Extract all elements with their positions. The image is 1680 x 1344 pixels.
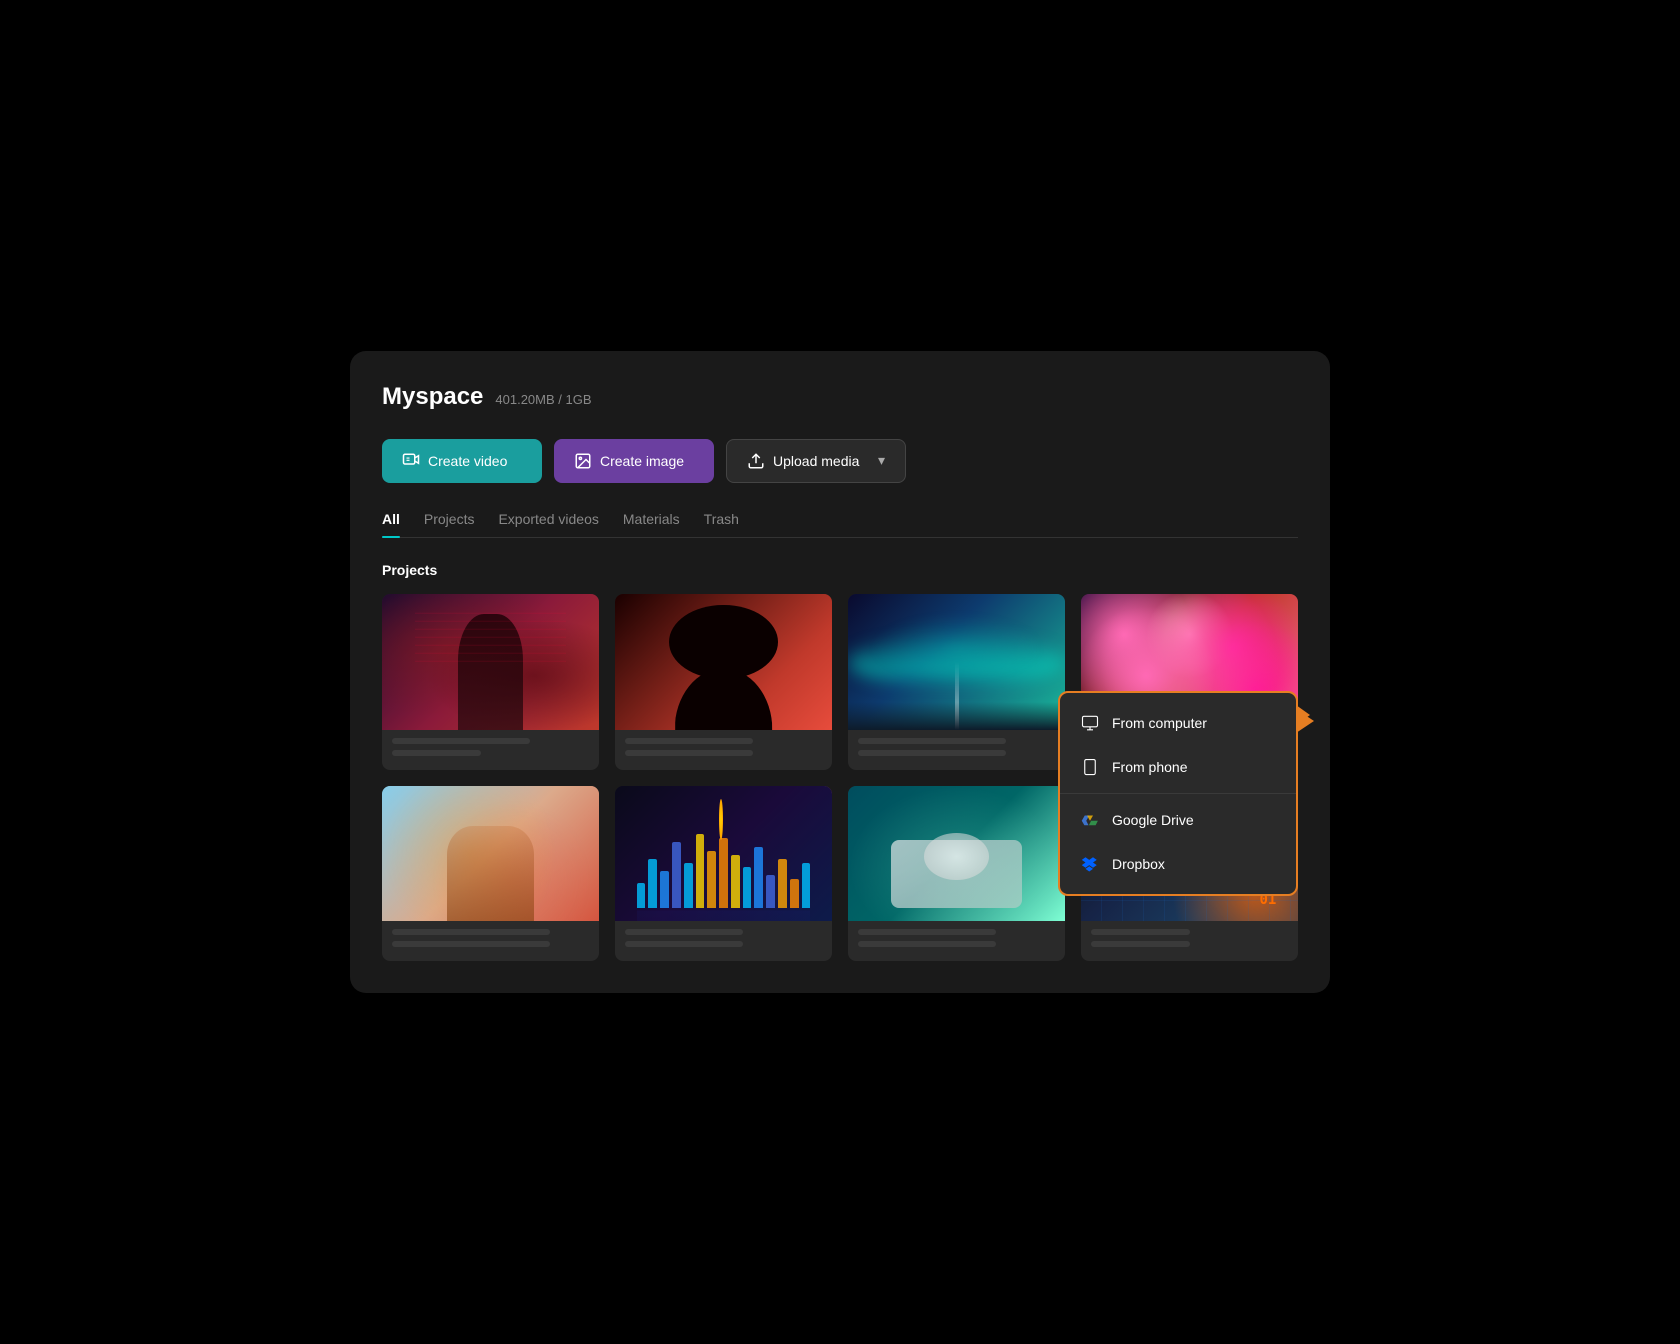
card-meta-bar-short	[858, 750, 1006, 756]
upload-dropbox[interactable]: Dropbox	[1060, 842, 1296, 886]
card-meta-bar	[858, 929, 996, 935]
dropdown-arrow	[1296, 705, 1310, 725]
table-row[interactable]	[848, 786, 1065, 962]
upload-from-computer[interactable]: From computer	[1060, 701, 1296, 745]
create-image-label: Create image	[600, 453, 684, 469]
tab-exported-videos[interactable]: Exported videos	[498, 511, 598, 537]
card-meta	[615, 921, 832, 961]
upload-icon	[747, 452, 765, 470]
card-meta-bar-short	[1091, 941, 1190, 947]
music-viz	[637, 826, 811, 907]
upload-from-phone[interactable]: From phone	[1060, 745, 1296, 789]
dropdown-divider	[1060, 793, 1296, 794]
card-meta-bar	[625, 929, 743, 935]
card-meta	[615, 730, 832, 770]
card-meta-bar	[858, 738, 1006, 744]
card-meta	[1081, 921, 1298, 961]
google-drive-icon	[1080, 810, 1100, 830]
card-meta-bar	[392, 929, 550, 935]
create-video-label: Create video	[428, 453, 507, 469]
video-icon	[402, 452, 420, 470]
chevron-down-icon: ▾	[878, 452, 885, 469]
google-drive-label: Google Drive	[1112, 812, 1194, 828]
header: Myspace 401.20MB / 1GB	[382, 383, 1298, 411]
upload-media-label: Upload media	[773, 453, 859, 469]
table-row[interactable]	[382, 594, 599, 770]
create-image-button[interactable]: Create image	[554, 439, 714, 483]
tab-all[interactable]: All	[382, 511, 400, 537]
tab-trash[interactable]: Trash	[704, 511, 739, 537]
image-icon	[574, 452, 592, 470]
card-meta-bar-short	[625, 750, 753, 756]
tab-materials[interactable]: Materials	[623, 511, 680, 537]
card-meta	[382, 921, 599, 961]
card-meta	[382, 730, 599, 770]
from-phone-label: From phone	[1112, 759, 1187, 775]
upload-google-drive[interactable]: Google Drive	[1060, 798, 1296, 842]
dropbox-label: Dropbox	[1112, 856, 1165, 872]
card-meta	[848, 730, 1065, 770]
card-meta-bar-short	[392, 941, 550, 947]
table-row[interactable]	[382, 786, 599, 962]
card-meta	[848, 921, 1065, 961]
phone-icon	[1080, 757, 1100, 777]
card-meta-bar-short	[858, 941, 996, 947]
tabs-row: All Projects Exported videos Materials T…	[382, 511, 1298, 538]
dropbox-icon	[1080, 854, 1100, 874]
card-meta-bar	[392, 738, 530, 744]
page-title: Myspace	[382, 383, 483, 411]
table-row[interactable]	[848, 594, 1065, 770]
tab-projects[interactable]: Projects	[424, 511, 475, 537]
card-meta-bar-short	[625, 941, 743, 947]
create-video-button[interactable]: Create video	[382, 439, 542, 483]
upload-dropdown: From computer From phone Google Drive	[1058, 691, 1298, 896]
actions-row: Create video Create image Upload media ▾	[382, 439, 1298, 483]
section-title: Projects	[382, 562, 1298, 578]
computer-icon	[1080, 713, 1100, 733]
app-container: Myspace 401.20MB / 1GB Create video Crea…	[350, 351, 1330, 993]
table-row[interactable]	[615, 786, 832, 962]
table-row[interactable]	[615, 594, 832, 770]
card-meta-bar	[1091, 929, 1190, 935]
storage-info: 401.20MB / 1GB	[495, 392, 591, 407]
card-meta-bar	[625, 738, 753, 744]
from-computer-label: From computer	[1112, 715, 1207, 731]
upload-media-button[interactable]: Upload media ▾	[726, 439, 906, 483]
card-meta-bar-short	[392, 750, 481, 756]
